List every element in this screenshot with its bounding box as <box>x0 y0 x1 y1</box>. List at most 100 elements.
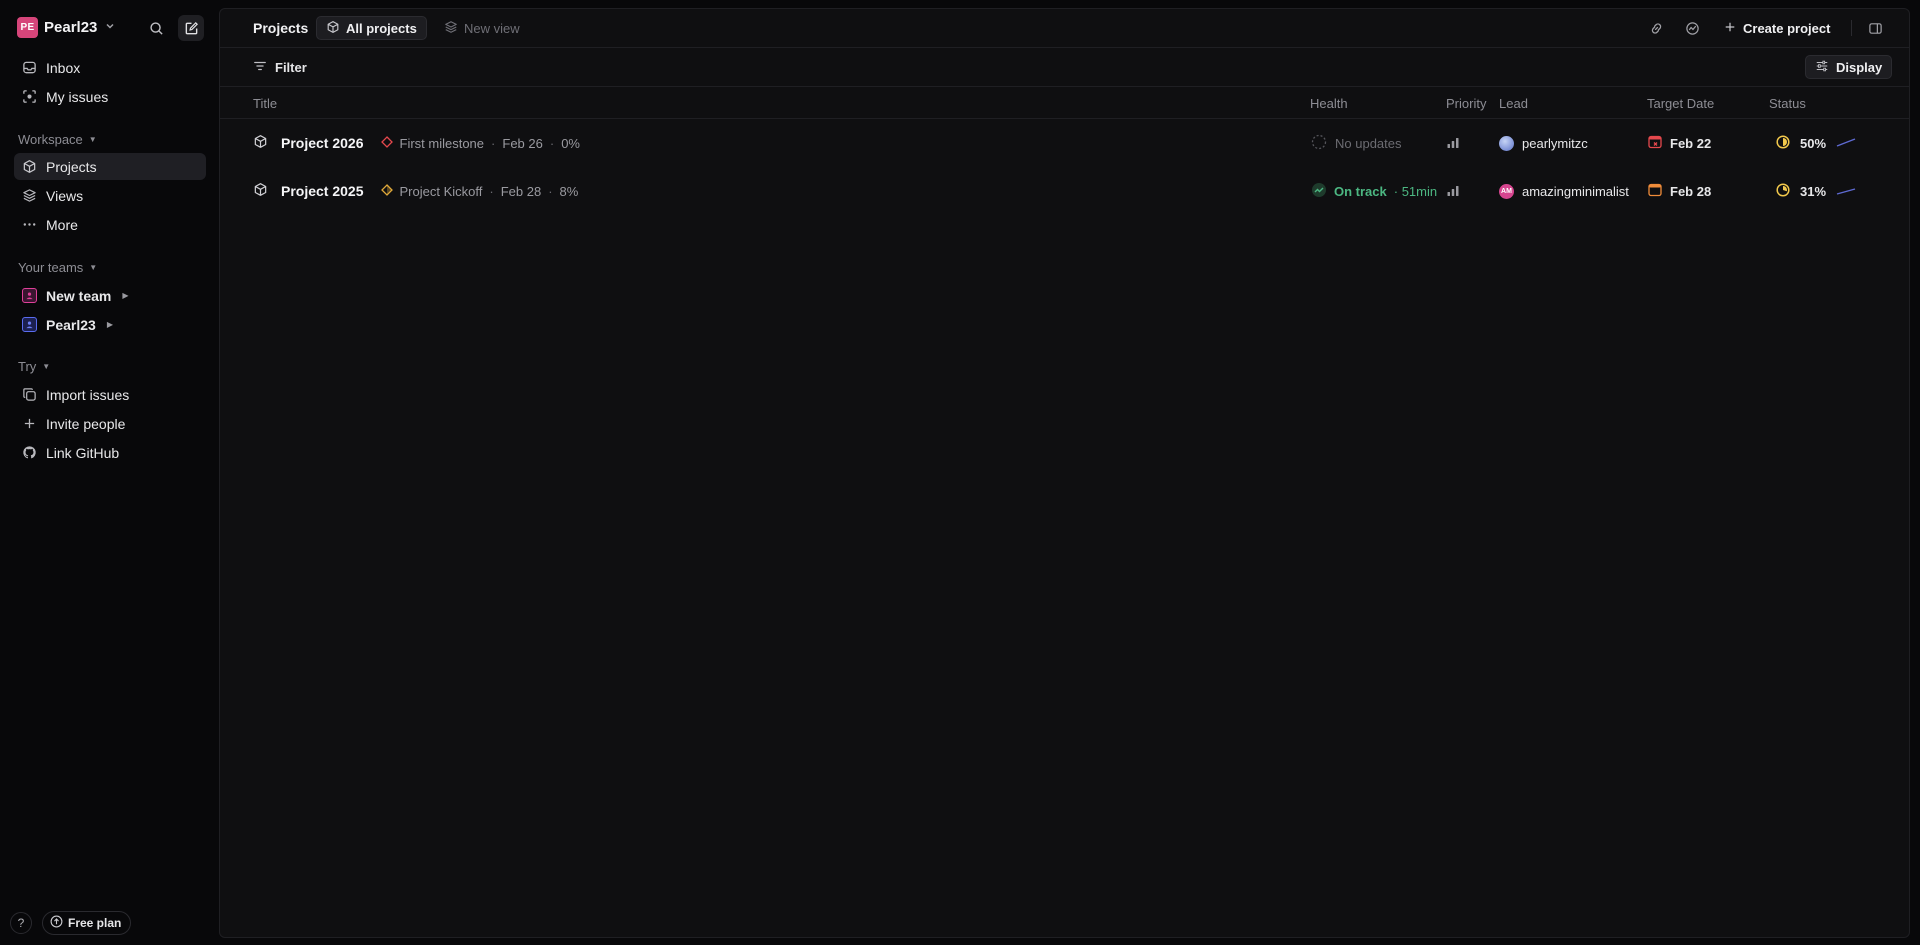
nav-inbox[interactable]: Inbox <box>14 54 206 81</box>
calendar-overdue-icon <box>1648 135 1662 152</box>
display-label: Display <box>1836 59 1883 75</box>
milestone-info[interactable]: Project Kickoff · Feb 28 · 8% <box>380 183 579 199</box>
project-title[interactable]: Project 2026 <box>281 135 364 151</box>
teams-section-label: Your teams <box>18 260 84 275</box>
search-icon[interactable] <box>143 15 169 41</box>
create-project-button[interactable]: Create project <box>1724 16 1830 40</box>
health-cell[interactable]: No updates <box>1311 120 1402 166</box>
workspace-section-header[interactable]: Workspace ▼ <box>18 132 97 147</box>
team-pearl23-label: Pearl23 <box>46 316 96 333</box>
help-button[interactable]: ? <box>10 912 32 934</box>
nav-views[interactable]: Views <box>14 182 206 209</box>
milestone-name: Project Kickoff <box>399 183 483 199</box>
status-progress-icon <box>1776 134 1790 152</box>
milestone-percent: 8% <box>559 183 579 199</box>
target-date: Feb 28 <box>1670 183 1712 199</box>
cube-icon <box>253 182 268 200</box>
filter-label: Filter <box>275 59 307 75</box>
title-cell: Project 2026 First milestone · Feb 26 · … <box>253 120 580 166</box>
status-cell[interactable]: 50% <box>1776 120 1856 166</box>
try-invite-people[interactable]: Invite people <box>14 410 206 437</box>
milestone-name: First milestone <box>399 135 485 151</box>
new-issue-icon[interactable] <box>178 15 204 41</box>
main-panel: Projects All projects New view Create pr… <box>219 8 1910 938</box>
cube-icon <box>21 159 37 175</box>
project-title[interactable]: Project 2025 <box>281 183 364 199</box>
try-link-github-label: Link GitHub <box>46 444 120 461</box>
health-cell[interactable]: On track · 51min <box>1311 168 1437 214</box>
filter-bar: Filter Display <box>220 48 1909 87</box>
col-lead[interactable]: Lead <box>1499 96 1528 111</box>
col-health[interactable]: Health <box>1310 96 1348 111</box>
try-link-github[interactable]: Link GitHub <box>14 439 206 466</box>
link-icon[interactable] <box>1646 18 1666 38</box>
breadcrumb[interactable]: Projects <box>253 20 308 36</box>
caret-down-icon: ▼ <box>42 362 51 371</box>
chevron-down-icon <box>105 21 115 34</box>
table-header: Title Health Priority Lead Target Date S… <box>220 87 1909 119</box>
try-import-issues-label: Import issues <box>46 386 130 403</box>
nav-projects[interactable]: Projects <box>14 153 206 180</box>
lead-name: amazingminimalist <box>1522 183 1629 199</box>
toolbar-divider <box>1851 20 1852 36</box>
priority-icon[interactable] <box>1446 120 1460 166</box>
try-import-issues[interactable]: Import issues <box>14 381 206 408</box>
free-plan-button[interactable]: Free plan <box>42 911 132 935</box>
sidebar-toggle-icon[interactable] <box>1865 18 1885 38</box>
nav-inbox-label: Inbox <box>46 59 81 76</box>
nav-more[interactable]: More <box>14 211 206 238</box>
milestone-info[interactable]: First milestone · Feb 26 · 0% <box>380 135 580 151</box>
tab-new-view-label: New view <box>464 20 520 36</box>
table-row[interactable]: Project 2025 Project Kickoff · Feb 28 · … <box>220 168 1909 214</box>
lead-cell[interactable]: pearlymitzc <box>1499 120 1588 166</box>
progress-sparkline <box>1836 136 1856 151</box>
toolbar: Projects All projects New view Create pr… <box>220 9 1909 48</box>
caret-down-icon: ▼ <box>88 135 97 144</box>
plus-icon <box>1724 21 1736 36</box>
team-new-team-label: New team <box>46 287 112 304</box>
sidebar: PE Pearl23 Inbox My issues Workspace ▼ P… <box>0 0 218 945</box>
separator-dot: · <box>548 183 553 199</box>
status-percent: 50% <box>1800 135 1827 151</box>
nav-my-issues[interactable]: My issues <box>14 83 206 110</box>
github-icon <box>21 445 37 461</box>
import-icon <box>21 387 37 403</box>
free-plan-label: Free plan <box>68 916 122 930</box>
target-date-cell[interactable]: Feb 28 <box>1648 168 1711 214</box>
col-target-date[interactable]: Target Date <box>1647 96 1714 111</box>
display-button[interactable]: Display <box>1805 55 1893 79</box>
avatar: AM <box>1499 183 1514 199</box>
team-pearl23[interactable]: Pearl23 ▶ <box>14 311 206 338</box>
target-date-cell[interactable]: Feb 22 <box>1648 120 1711 166</box>
inbox-icon <box>21 60 37 76</box>
caret-right-icon: ▶ <box>122 291 129 300</box>
workspace-section-label: Workspace <box>18 132 83 147</box>
nav-my-issues-label: My issues <box>46 88 109 105</box>
separator-dot: · <box>489 183 494 199</box>
upgrade-icon <box>50 915 63 931</box>
teams-section-header[interactable]: Your teams ▼ <box>18 260 97 275</box>
col-priority[interactable]: Priority <box>1446 96 1486 111</box>
col-title[interactable]: Title <box>253 96 277 111</box>
table-row[interactable]: Project 2026 First milestone · Feb 26 · … <box>220 120 1909 166</box>
nav-views-label: Views <box>46 187 84 204</box>
lead-cell[interactable]: AM amazingminimalist <box>1499 168 1629 214</box>
team-new-team[interactable]: New team ▶ <box>14 282 206 309</box>
filter-button[interactable]: Filter <box>253 56 307 78</box>
pulse-icon[interactable] <box>1682 18 1702 38</box>
try-section-header[interactable]: Try ▼ <box>18 359 50 374</box>
status-cell[interactable]: 31% <box>1776 168 1856 214</box>
team-icon <box>21 288 37 304</box>
create-project-label: Create project <box>1743 20 1831 36</box>
milestone-date: Feb 28 <box>500 183 542 199</box>
more-icon <box>21 217 37 233</box>
caret-down-icon: ▼ <box>89 263 98 272</box>
target-date: Feb 22 <box>1670 135 1712 151</box>
col-status[interactable]: Status <box>1769 96 1806 111</box>
no-updates-icon <box>1311 134 1327 153</box>
workspace-switcher[interactable]: PE Pearl23 <box>17 16 115 38</box>
milestone-diamond-icon <box>380 135 393 151</box>
priority-icon[interactable] <box>1446 168 1460 214</box>
tab-new-view[interactable]: New view <box>442 16 522 40</box>
tab-all-projects[interactable]: All projects <box>316 16 427 40</box>
